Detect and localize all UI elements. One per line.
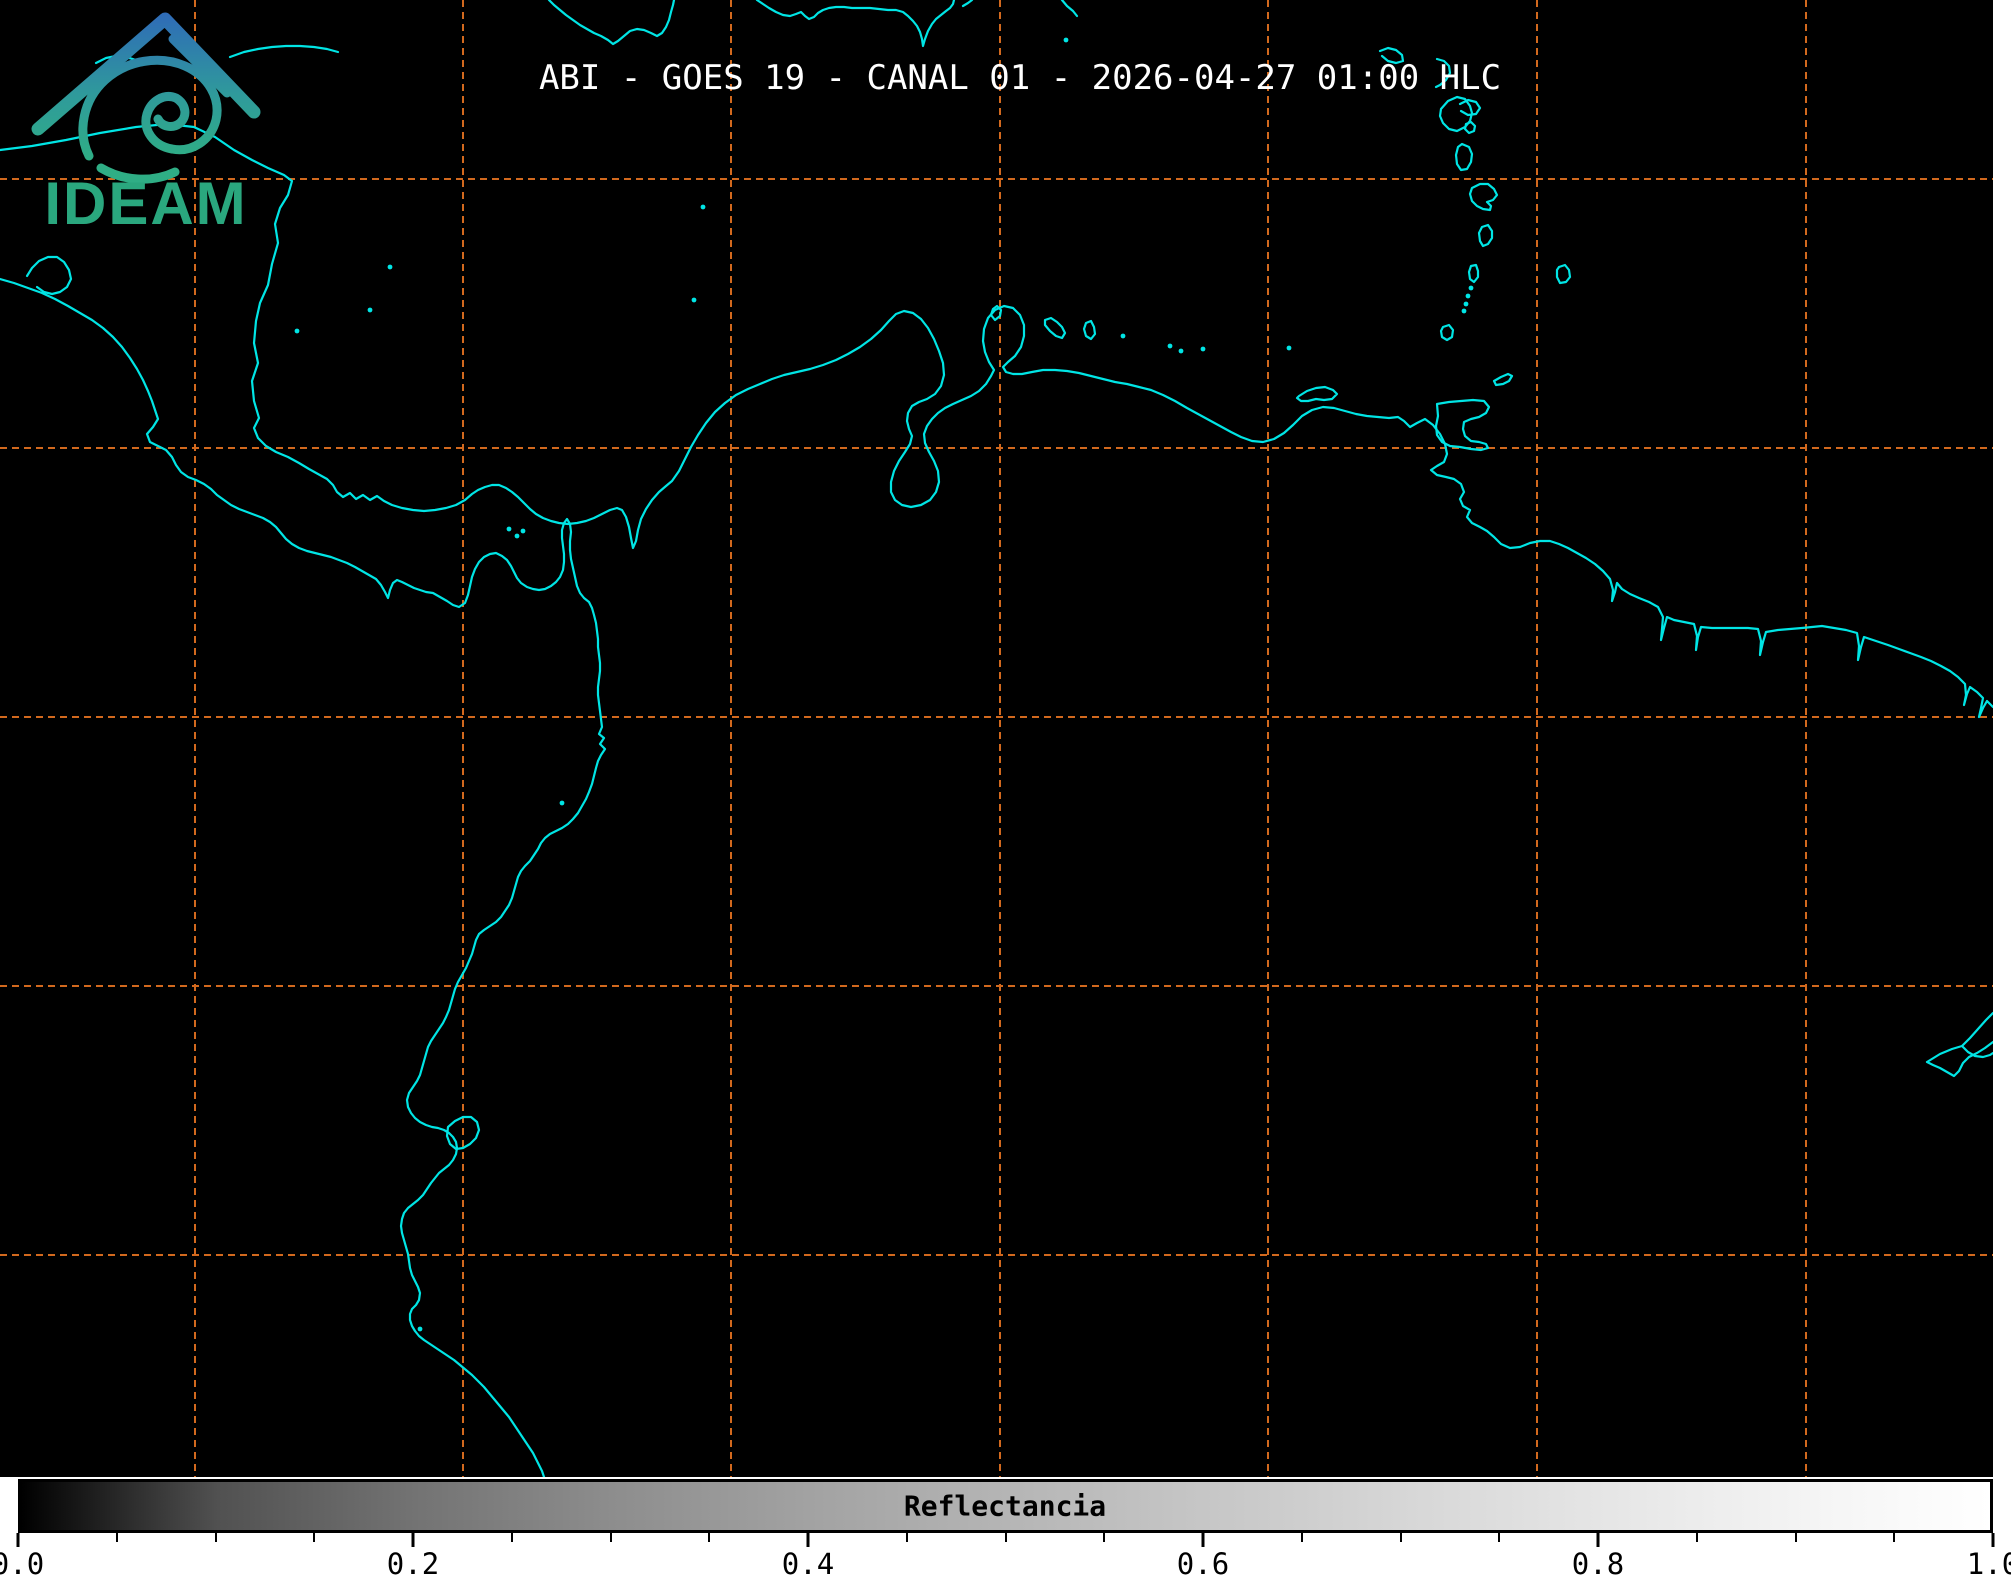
coastline-margarita-island bbox=[1297, 387, 1337, 401]
coastline-river-fragment-right bbox=[1927, 1013, 1993, 1076]
coastline-hispaniola-south-coast bbox=[549, 0, 674, 44]
islet-dot bbox=[507, 527, 512, 532]
colorbar-tick-label: 0.0 bbox=[0, 1547, 44, 1577]
colorbar-major-tick bbox=[412, 1533, 415, 1547]
islet-dot bbox=[1466, 294, 1471, 299]
colorbar-tick-label: 1.0 bbox=[1967, 1547, 2011, 1577]
islet-dot bbox=[1464, 302, 1469, 307]
islet-dot bbox=[515, 534, 520, 539]
islet-dot bbox=[1121, 334, 1126, 339]
coastline-fonseca-gulf bbox=[27, 257, 71, 294]
colorbar-minor-tick bbox=[1795, 1533, 1797, 1542]
colorbar-major-tick bbox=[17, 1533, 20, 1547]
colorbar-minor-tick bbox=[610, 1533, 612, 1542]
islet-dot bbox=[521, 529, 526, 534]
coastline-pacific-mainland-coast bbox=[0, 279, 605, 1477]
ideam-logo-text: IDEAM bbox=[44, 170, 247, 237]
islet-dot bbox=[368, 308, 373, 313]
islet-dot bbox=[1462, 309, 1467, 314]
colorbar-minor-tick bbox=[215, 1533, 217, 1542]
coastline-lesser-antilles bbox=[1380, 48, 1570, 385]
colorbar-minor-tick bbox=[1696, 1533, 1698, 1542]
colorbar-major-tick bbox=[1597, 1533, 1600, 1547]
colorbar-tick-label: 0.6 bbox=[1177, 1547, 1229, 1577]
colorbar-minor-tick bbox=[116, 1533, 118, 1542]
islet-dot bbox=[1469, 286, 1474, 291]
colorbar-minor-tick bbox=[1498, 1533, 1500, 1542]
islet-dot bbox=[295, 329, 300, 334]
islet-dot bbox=[1168, 344, 1173, 349]
colorbar-minor-tick bbox=[313, 1533, 315, 1542]
colorbar-minor-tick bbox=[906, 1533, 908, 1542]
ideam-hurricane-swirl-icon bbox=[83, 60, 217, 179]
colorbar-minor-tick bbox=[1005, 1533, 1007, 1542]
islet-dot bbox=[1179, 349, 1184, 354]
ideam-logo: IDEAM bbox=[0, 0, 300, 237]
colorbar-major-tick bbox=[1202, 1533, 1205, 1547]
islet-dot bbox=[388, 265, 393, 270]
coastline-trinidad bbox=[1436, 400, 1489, 450]
colorbar-minor-tick bbox=[511, 1533, 513, 1542]
islet-dot bbox=[1201, 347, 1206, 352]
islet-dot bbox=[1287, 346, 1292, 351]
islet-dot bbox=[701, 205, 706, 210]
goes-satellite-image-figure: ABI - GOES 19 - CANAL 01 - 2026-04-27 01… bbox=[0, 0, 2011, 1577]
colorbar-tick-label: 0.4 bbox=[782, 1547, 834, 1577]
colorbar-minor-tick bbox=[1893, 1533, 1895, 1542]
colorbar-major-tick bbox=[1992, 1533, 1995, 1547]
colorbar-tick-label: 0.8 bbox=[1572, 1547, 1624, 1577]
colorbar-tick-label: 0.2 bbox=[387, 1547, 439, 1577]
colorbar-title: Reflectancia bbox=[904, 1490, 1106, 1523]
map-title: ABI - GOES 19 - CANAL 01 - 2026-04-27 01… bbox=[539, 58, 1501, 98]
colorbar-major-tick bbox=[807, 1533, 810, 1547]
colorbar-minor-tick bbox=[708, 1533, 710, 1542]
islet-dot bbox=[418, 1327, 423, 1332]
map-canvas: ABI - GOES 19 - CANAL 01 - 2026-04-27 01… bbox=[0, 0, 1993, 1477]
coastline-abc-islands bbox=[991, 306, 1095, 339]
colorbar-minor-tick bbox=[1103, 1533, 1105, 1542]
colorbar-minor-tick bbox=[1400, 1533, 1402, 1542]
coastline-island-coast-top-center bbox=[757, 0, 1077, 46]
islet-dot bbox=[692, 298, 697, 303]
colorbar-minor-tick bbox=[1301, 1533, 1303, 1542]
islet-dot bbox=[1064, 38, 1069, 43]
islet-dot bbox=[560, 801, 565, 806]
